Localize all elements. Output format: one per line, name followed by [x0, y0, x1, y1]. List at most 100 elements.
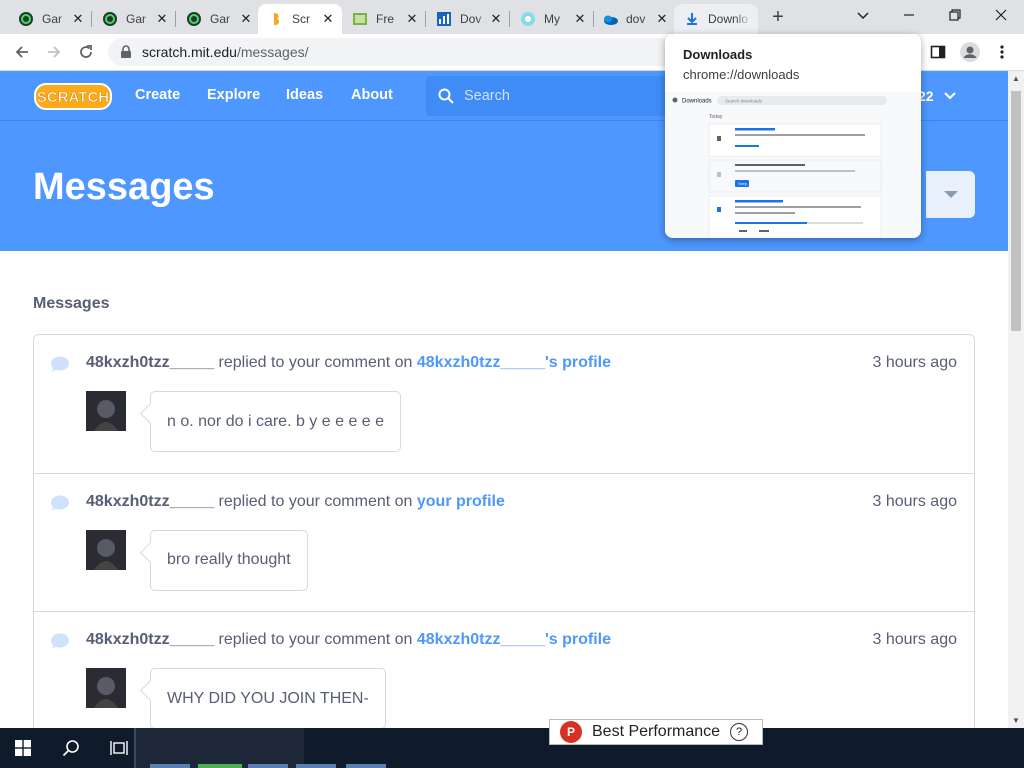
url-host: scratch.mit.edu	[142, 44, 237, 60]
browser-tab[interactable]: Gar ✕	[8, 4, 92, 34]
browser-tab[interactable]: My ✕	[510, 4, 594, 34]
new-tab-button[interactable]: +	[766, 6, 790, 30]
tab-label: Fre	[376, 12, 394, 26]
browser-tab[interactable]: Fre ✕	[342, 4, 426, 34]
comment-bubble: n o. nor do i care. b y e e e e e	[150, 391, 402, 452]
taskbar-app-indicator[interactable]	[198, 764, 242, 768]
comment-bubble: bro really thought	[150, 529, 308, 591]
message-username[interactable]: 48kxzh0tzz_____	[86, 493, 214, 510]
back-button[interactable]	[10, 40, 34, 64]
avatar[interactable]	[86, 668, 126, 708]
nav-create-link[interactable]: Create	[135, 87, 180, 103]
message-username[interactable]: 48kxzh0tzz_____	[86, 631, 214, 648]
reload-icon	[80, 45, 92, 58]
minimize-button[interactable]	[886, 0, 932, 30]
close-icon[interactable]: ✕	[154, 11, 170, 27]
avatar[interactable]	[86, 391, 126, 431]
taskbar-app-indicator[interactable]	[248, 764, 288, 768]
browser-tab[interactable]: Dov ✕	[426, 4, 510, 34]
browser-tab[interactable]: Gar ✕	[92, 4, 176, 34]
message-target-link[interactable]: 48kxzh0tzz_____'s profile	[417, 631, 611, 648]
close-icon	[995, 9, 1007, 21]
restore-button[interactable]	[932, 0, 978, 30]
downloads-preview-thumbnail: Downloads Search downloads Today Keep	[665, 92, 921, 238]
close-icon[interactable]: ✕	[488, 11, 504, 27]
close-icon[interactable]: ✕	[320, 11, 336, 27]
arrow-right-icon	[48, 46, 61, 58]
close-icon[interactable]: ✕	[238, 11, 254, 27]
tab-search-button[interactable]	[840, 0, 886, 30]
svg-text:SCRATCH: SCRATCH	[37, 89, 109, 106]
browser-tab-active[interactable]: Scr ✕	[258, 4, 342, 34]
comment-icon	[51, 356, 69, 372]
garage-icon	[186, 11, 202, 27]
image-icon	[352, 11, 368, 27]
search-placeholder: Search	[464, 88, 510, 104]
best-performance-popup[interactable]: P Best Performance ?	[549, 719, 763, 745]
message-target-link[interactable]: your profile	[417, 493, 505, 510]
tab-label: Downlo	[708, 12, 749, 26]
hovercard-title: Downloads	[683, 47, 753, 62]
browser-tab[interactable]: Gar ✕	[176, 4, 260, 34]
taskbar-app-indicator[interactable]	[296, 764, 336, 768]
help-icon[interactable]: ?	[730, 723, 749, 741]
close-icon[interactable]: ✕	[572, 11, 588, 27]
reload-button[interactable]	[74, 40, 98, 64]
task-view-icon	[110, 741, 128, 755]
taskbar-search-button[interactable]	[48, 728, 94, 768]
preview-header: Downloads	[682, 99, 712, 105]
close-icon[interactable]: ✕	[654, 11, 670, 27]
close-icon[interactable]: ✕	[404, 11, 420, 27]
more-vert-icon	[1000, 45, 1004, 59]
browser-tab-hovered[interactable]: Downlo	[674, 4, 758, 34]
scroll-up-icon[interactable]: ▲	[1012, 74, 1020, 83]
nav-ideas-link[interactable]: Ideas	[286, 87, 323, 103]
message-filter-dropdown[interactable]	[926, 171, 975, 218]
nav-explore-link[interactable]: Explore	[207, 87, 260, 103]
taskbar-app-indicator[interactable]	[150, 764, 190, 768]
scratch-logo[interactable]: SCRATCH	[34, 81, 112, 111]
message-time: 3 hours ago	[872, 631, 957, 648]
caret-down-icon	[943, 190, 958, 198]
lock-icon	[121, 45, 131, 58]
hovercard-url: chrome://downloads	[683, 67, 800, 82]
download-icon	[684, 11, 700, 27]
page-scrollbar[interactable]: ▲ ▼	[1008, 71, 1024, 728]
tab-label: Gar	[42, 12, 63, 26]
garage-icon	[18, 11, 34, 27]
scratch-icon	[268, 11, 284, 27]
nav-about-link[interactable]: About	[351, 87, 393, 103]
menu-button[interactable]	[990, 40, 1014, 64]
section-title: Messages	[33, 295, 110, 312]
globe-icon	[520, 11, 536, 27]
tab-strip: Gar ✕ Gar ✕ Gar ✕ Scr ✕ Fre ✕ Dov ✕ My ✕…	[0, 0, 1024, 34]
tab-label: My	[544, 12, 560, 26]
close-icon[interactable]: ✕	[70, 11, 86, 27]
profile-button[interactable]	[958, 40, 982, 64]
profile-icon	[960, 42, 980, 62]
message-target-link[interactable]: 48kxzh0tzz_____'s profile	[417, 354, 611, 371]
onedrive-icon	[602, 11, 618, 27]
chevron-down-icon[interactable]	[943, 89, 957, 103]
message-action: replied to your comment on	[218, 492, 413, 510]
message-action: replied to your comment on	[218, 354, 413, 371]
forward-button[interactable]	[42, 40, 66, 64]
minimize-icon	[904, 14, 914, 16]
search-icon	[438, 88, 454, 104]
page-title: Messages	[33, 166, 215, 208]
message-username[interactable]: 48kxzh0tzz_____	[86, 354, 214, 371]
scratch-search-input[interactable]: Search	[426, 76, 686, 116]
message-time: 3 hours ago	[872, 354, 957, 371]
scroll-down-icon[interactable]: ▼	[1012, 716, 1020, 725]
taskbar-app-indicator[interactable]	[346, 764, 386, 768]
message-time: 3 hours ago	[872, 492, 957, 510]
scrollbar-thumb[interactable]	[1011, 91, 1021, 331]
close-window-button[interactable]	[978, 0, 1024, 30]
start-button[interactable]	[0, 728, 46, 768]
browser-tab[interactable]: dov ✕	[592, 4, 676, 34]
preview-button: Keep	[739, 182, 747, 186]
preview-today: Today	[709, 114, 723, 120]
side-panel-button[interactable]	[926, 40, 950, 64]
comment-bubble: WHY DID YOU JOIN THEN-	[150, 668, 386, 728]
avatar[interactable]	[86, 529, 126, 570]
